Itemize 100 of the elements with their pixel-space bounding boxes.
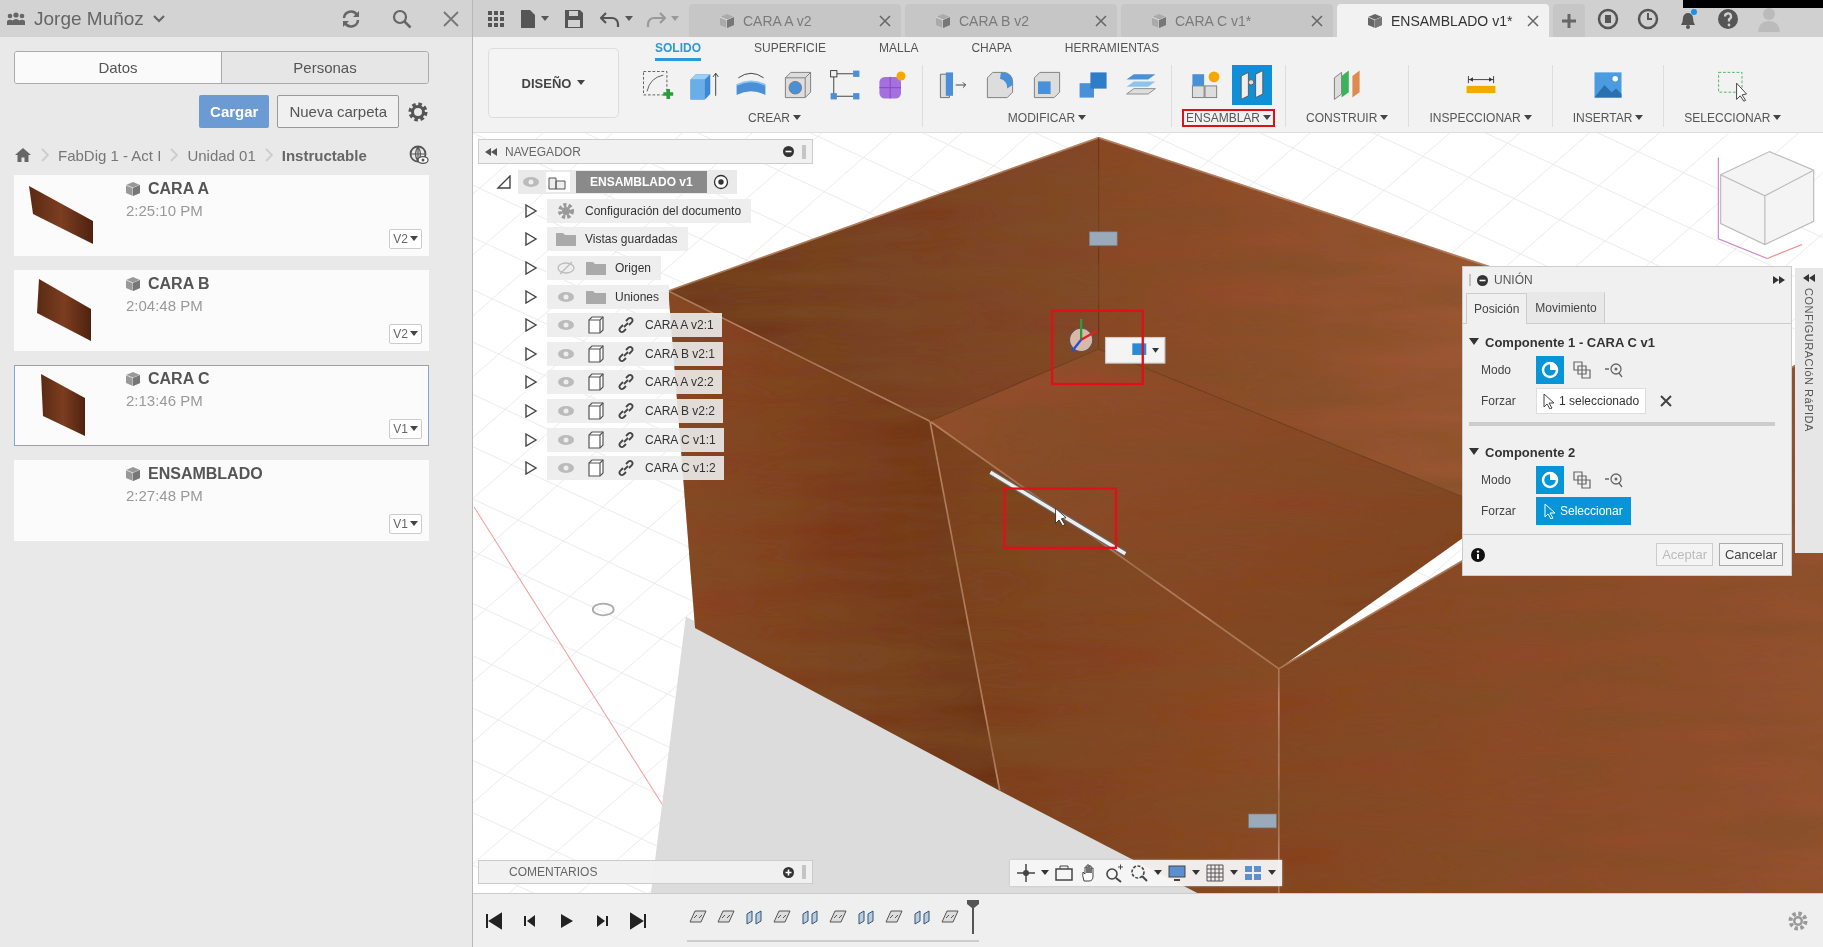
snap-mode-button[interactable] (1536, 355, 1564, 384)
dialog-tab[interactable]: Movimiento (1527, 292, 1605, 323)
group-menu[interactable]: MODIFICAR (1003, 109, 1091, 127)
close-icon[interactable] (1095, 14, 1107, 27)
joint-tool[interactable] (1232, 65, 1272, 105)
collapsed-triangle-icon[interactable] (523, 318, 539, 333)
avatar-icon[interactable] (1757, 5, 1781, 32)
rigid-joint-icon[interactable] (939, 907, 961, 926)
expanded-triangle-icon[interactable] (496, 175, 512, 190)
chevron-down-icon[interactable] (151, 13, 166, 24)
version-dropdown[interactable]: V1 (389, 514, 422, 534)
file-card[interactable]: CARA A 2:25:10 PM V2 (14, 175, 429, 256)
selection-field[interactable]: 1 seleccionado (1536, 387, 1647, 414)
document-tab[interactable]: ENSAMBLADO v1* (1337, 4, 1549, 37)
grip-icon[interactable] (802, 144, 806, 159)
file-icon[interactable] (519, 8, 536, 29)
first-frame-icon[interactable] (485, 911, 503, 930)
tree-item-label[interactable]: Origen (615, 261, 652, 276)
help-icon[interactable] (1717, 7, 1739, 30)
group-menu[interactable]: INSERTAR (1568, 109, 1648, 127)
hinge-joint-icon[interactable] (799, 907, 821, 926)
home-icon[interactable] (14, 147, 32, 163)
mini-toolbar[interactable] (1105, 336, 1166, 364)
collapsed-triangle-icon[interactable] (523, 346, 539, 361)
snap-mode-button[interactable] (1536, 465, 1564, 494)
last-frame-icon[interactable] (629, 911, 647, 930)
cancel-button[interactable]: Cancelar (1718, 543, 1783, 566)
collapsed-triangle-icon[interactable] (523, 203, 539, 218)
settings-icon[interactable] (407, 100, 429, 123)
workspace-dropdown[interactable]: DISEÑO (488, 48, 619, 118)
close-icon[interactable] (442, 9, 460, 28)
camera-view-icon[interactable] (1054, 863, 1074, 883)
file-card[interactable]: CARA B 2:04:48 PM V2 (14, 270, 429, 351)
display-icon[interactable] (1167, 863, 1187, 883)
rigid-joint-icon[interactable] (771, 907, 793, 926)
collapsed-triangle-icon[interactable] (523, 375, 539, 390)
root-component-label[interactable]: ENSAMBLADO v1 (576, 171, 707, 194)
zoom-icon[interactable] (1104, 863, 1124, 883)
group-menu[interactable]: INSPECCIONAR (1425, 109, 1536, 127)
file-card[interactable]: ENSAMBLADO 2:27:48 PM V1 (14, 460, 429, 541)
breadcrumb-link[interactable]: FabDig 1 - Act I (58, 146, 162, 164)
expand-icon[interactable] (1773, 276, 1785, 284)
undo-icon[interactable] (599, 9, 620, 28)
clear-icon[interactable] (1660, 394, 1673, 407)
search-icon[interactable] (392, 8, 412, 29)
rigid-joint-icon[interactable] (883, 907, 905, 926)
dialog-tab[interactable]: Posición (1466, 293, 1528, 324)
toolbar-tab[interactable]: CHAPA (971, 41, 1012, 61)
extension-icon[interactable] (1597, 7, 1619, 30)
minus-circle-icon[interactable] (1477, 274, 1488, 286)
group-menu[interactable]: ENSAMBLAR (1182, 109, 1276, 127)
collapsed-triangle-icon[interactable] (523, 461, 539, 476)
collapse-icon[interactable] (1803, 274, 1815, 282)
version-dropdown[interactable]: V2 (389, 324, 422, 344)
group-menu[interactable]: SELECCIONAR (1680, 109, 1786, 127)
close-icon[interactable] (1311, 14, 1323, 27)
collapsed-triangle-icon[interactable] (523, 289, 539, 304)
rigid-joint-icon[interactable] (715, 907, 737, 926)
minus-circle-icon[interactable] (783, 146, 794, 157)
tab[interactable]: Personas (221, 52, 428, 83)
section-expanded-icon[interactable] (1469, 338, 1479, 346)
file-card[interactable]: CARA C 2:13:46 PM V1 (14, 365, 429, 446)
close-icon[interactable] (1527, 14, 1539, 27)
save-icon[interactable] (564, 8, 585, 29)
toolbar-tab[interactable]: HERRAMIENTAS (1064, 41, 1160, 61)
hinge-joint-icon[interactable] (743, 907, 765, 926)
app-grid-icon[interactable] (487, 9, 505, 28)
info-icon[interactable] (1471, 547, 1485, 562)
hinge-joint-icon[interactable] (855, 907, 877, 926)
globe-eye-icon[interactable] (409, 145, 429, 165)
collapsed-triangle-icon[interactable] (523, 404, 539, 419)
clock-icon[interactable] (1637, 7, 1659, 30)
new-folder-button[interactable]: Nueva carpeta (277, 95, 399, 128)
grip-icon[interactable] (802, 865, 806, 879)
timeline-marker[interactable] (967, 899, 979, 934)
collapsed-triangle-icon[interactable] (523, 261, 539, 276)
collapse-icon[interactable] (485, 147, 497, 156)
active-target-icon[interactable] (712, 174, 729, 191)
collapsed-triangle-icon[interactable] (523, 432, 539, 447)
version-dropdown[interactable]: V1 (389, 419, 422, 439)
group-menu[interactable]: CREAR (744, 109, 805, 127)
refresh-icon[interactable] (340, 8, 362, 29)
version-dropdown[interactable]: V2 (389, 229, 422, 249)
rigid-joint-icon[interactable] (827, 907, 849, 926)
grid-icon[interactable] (1205, 863, 1225, 883)
zoom-fit-icon[interactable] (1129, 863, 1149, 883)
close-icon[interactable] (879, 14, 891, 27)
hinge-joint-icon[interactable] (911, 907, 933, 926)
plus-circle-icon[interactable] (783, 866, 794, 878)
toolbar-tab[interactable]: MALLA (879, 41, 919, 61)
breadcrumb-link[interactable]: Unidad 01 (187, 146, 256, 164)
rigid-joint-icon[interactable] (687, 907, 709, 926)
section-expanded-icon[interactable] (1469, 448, 1479, 456)
new-tab-button[interactable] (1553, 4, 1585, 37)
breadcrumb-link[interactable]: Instructable (281, 146, 367, 164)
tab[interactable]: Datos (15, 52, 221, 83)
group-menu[interactable]: CONSTRUIR (1302, 109, 1393, 127)
viewports-icon[interactable] (1243, 863, 1263, 883)
collapsed-triangle-icon[interactable] (523, 232, 539, 247)
orbit-icon[interactable] (1016, 863, 1036, 883)
